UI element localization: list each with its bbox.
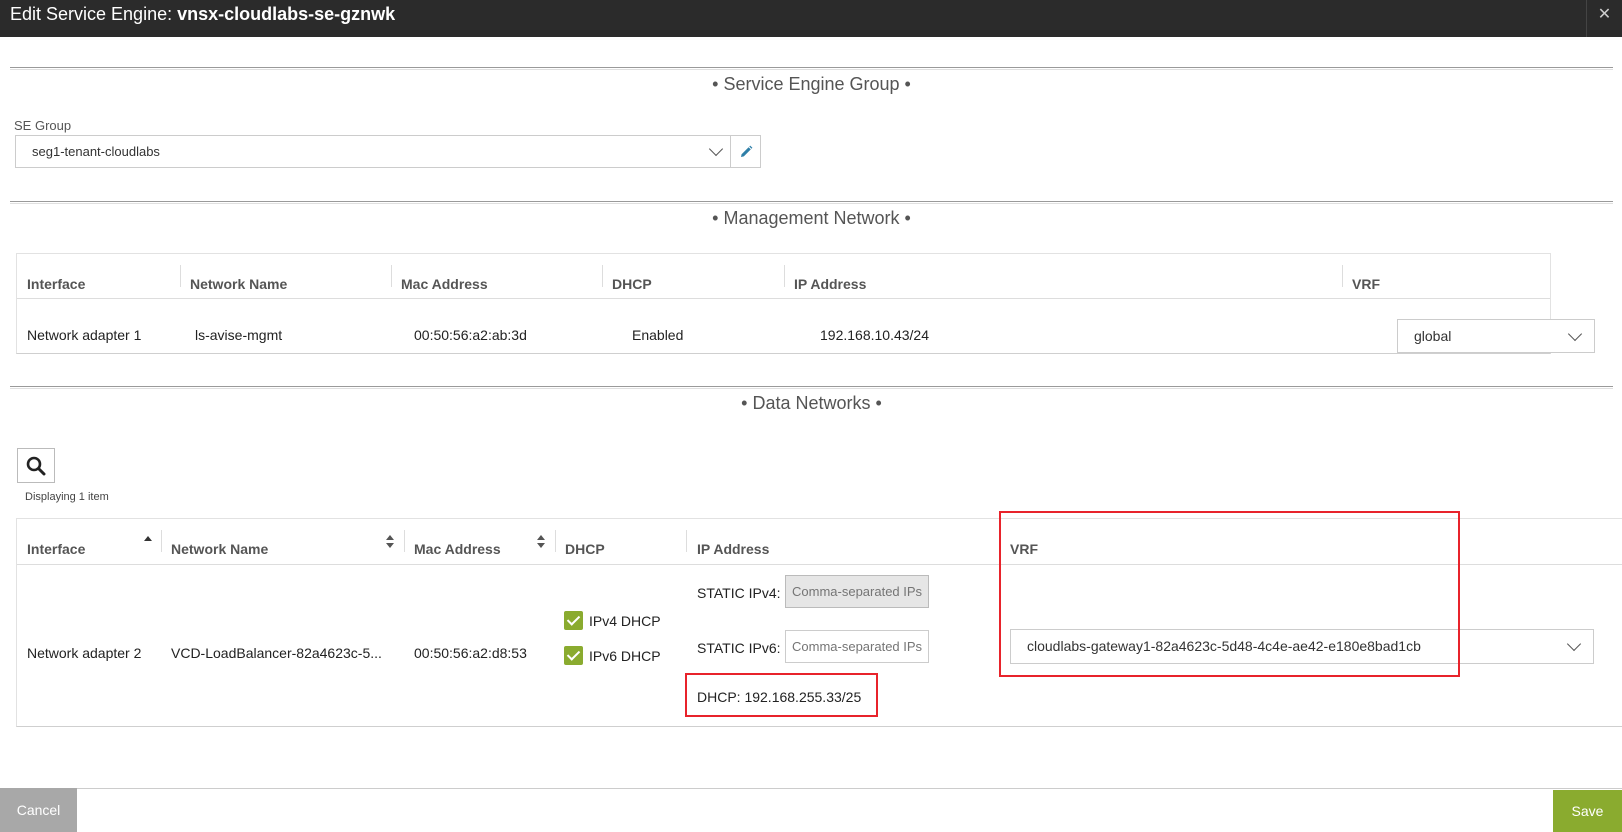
column-divider <box>180 265 181 287</box>
se-group-label: SE Group <box>14 118 72 133</box>
chevron-down-icon <box>1567 326 1583 342</box>
search-icon <box>26 456 46 475</box>
data-row-interface: Network adapter 2 <box>27 645 142 661</box>
column-divider <box>391 265 392 287</box>
dhcp-ip-value: DHCP: 192.168.255.33/25 <box>697 689 862 705</box>
column-divider <box>1342 265 1343 287</box>
ipv6-dhcp-label: IPv6 DHCP <box>589 648 661 664</box>
data-vrf-select[interactable]: cloudlabs-gateway1-82a4623c-5d48-4c4e-ae… <box>1010 629 1594 664</box>
mgmt-row-dhcp: Enabled <box>632 327 684 343</box>
column-divider <box>686 530 687 552</box>
static-ipv4-input[interactable] <box>785 575 929 608</box>
section-heading-data: • Data Networks • <box>10 386 1613 414</box>
data-col-dhcp: DHCP <box>565 541 605 557</box>
mgmt-row-mac: 00:50:56:a2:ab:3d <box>414 327 527 343</box>
mgmt-col-interface: Interface <box>27 276 86 292</box>
mgmt-col-vrf: VRF <box>1352 276 1380 292</box>
search-button[interactable] <box>17 448 55 483</box>
data-vrf-selected-value: cloudlabs-gateway1-82a4623c-5d48-4c4e-ae… <box>1027 638 1421 654</box>
cancel-button[interactable]: Cancel <box>0 788 77 832</box>
dialog-title-name: vnsx-cloudlabs-se-gznwk <box>177 4 396 24</box>
column-divider <box>404 530 405 552</box>
mgmt-col-ip: IP Address <box>794 276 867 292</box>
static-ipv6-label: STATIC IPv6: <box>697 640 781 656</box>
table-header-divider <box>17 564 1622 565</box>
mgmt-col-mac: Mac Address <box>401 276 488 292</box>
dialog-title-bar: Edit Service Engine: vnsx-cloudlabs-se-g… <box>0 0 1622 37</box>
sort-icon[interactable] <box>537 535 545 548</box>
data-col-mac[interactable]: Mac Address <box>414 541 501 557</box>
chevron-down-icon <box>1566 636 1582 652</box>
data-col-ip: IP Address <box>697 541 770 557</box>
data-col-interface[interactable]: Interface <box>27 541 85 557</box>
se-group-selected-value: seg1-tenant-cloudlabs <box>32 144 160 159</box>
column-divider <box>602 265 603 287</box>
ipv4-dhcp-label: IPv4 DHCP <box>589 613 661 629</box>
data-row-network-name: VCD-LoadBalancer-82a4623c-5... <box>171 645 382 661</box>
edit-se-group-button[interactable] <box>730 135 761 168</box>
close-icon[interactable]: ✕ <box>1586 0 1622 37</box>
mgmt-col-network-name: Network Name <box>190 276 288 292</box>
sort-icon[interactable] <box>386 535 394 548</box>
section-heading-management: • Management Network • <box>10 201 1613 229</box>
mgmt-row-ip: 192.168.10.43/24 <box>820 327 929 343</box>
se-group-select[interactable]: seg1-tenant-cloudlabs <box>15 135 731 168</box>
mgmt-row-network-name: ls-avise-mgmt <box>195 327 283 343</box>
mgmt-vrf-select[interactable]: global <box>1397 319 1595 353</box>
data-col-network-name[interactable]: Network Name <box>171 541 268 557</box>
mgmt-row-interface: Network adapter 1 <box>27 327 142 343</box>
data-col-vrf: VRF <box>1010 541 1038 557</box>
mgmt-vrf-selected-value: global <box>1414 328 1452 344</box>
column-divider <box>161 530 162 552</box>
data-row-mac: 00:50:56:a2:d8:53 <box>414 645 527 661</box>
static-ipv4-label: STATIC IPv4: <box>697 585 781 601</box>
table-header-divider <box>17 298 1550 299</box>
save-button[interactable]: Save <box>1553 790 1622 832</box>
displaying-count: Displaying 1 item <box>25 491 109 503</box>
chevron-down-icon <box>708 141 724 157</box>
column-divider <box>555 530 556 552</box>
mgmt-col-dhcp: DHCP <box>612 276 652 292</box>
ipv4-dhcp-checkbox[interactable] <box>564 611 583 630</box>
dialog-title-prefix: Edit Service Engine: <box>10 4 178 24</box>
ipv6-dhcp-checkbox[interactable] <box>564 646 583 665</box>
pencil-icon <box>740 145 752 157</box>
dialog-footer <box>0 788 1622 832</box>
static-ipv6-input[interactable] <box>785 630 929 663</box>
section-heading-se-group: • Service Engine Group • <box>10 67 1613 95</box>
column-divider <box>784 265 785 287</box>
sort-ascending-icon[interactable] <box>144 536 152 541</box>
